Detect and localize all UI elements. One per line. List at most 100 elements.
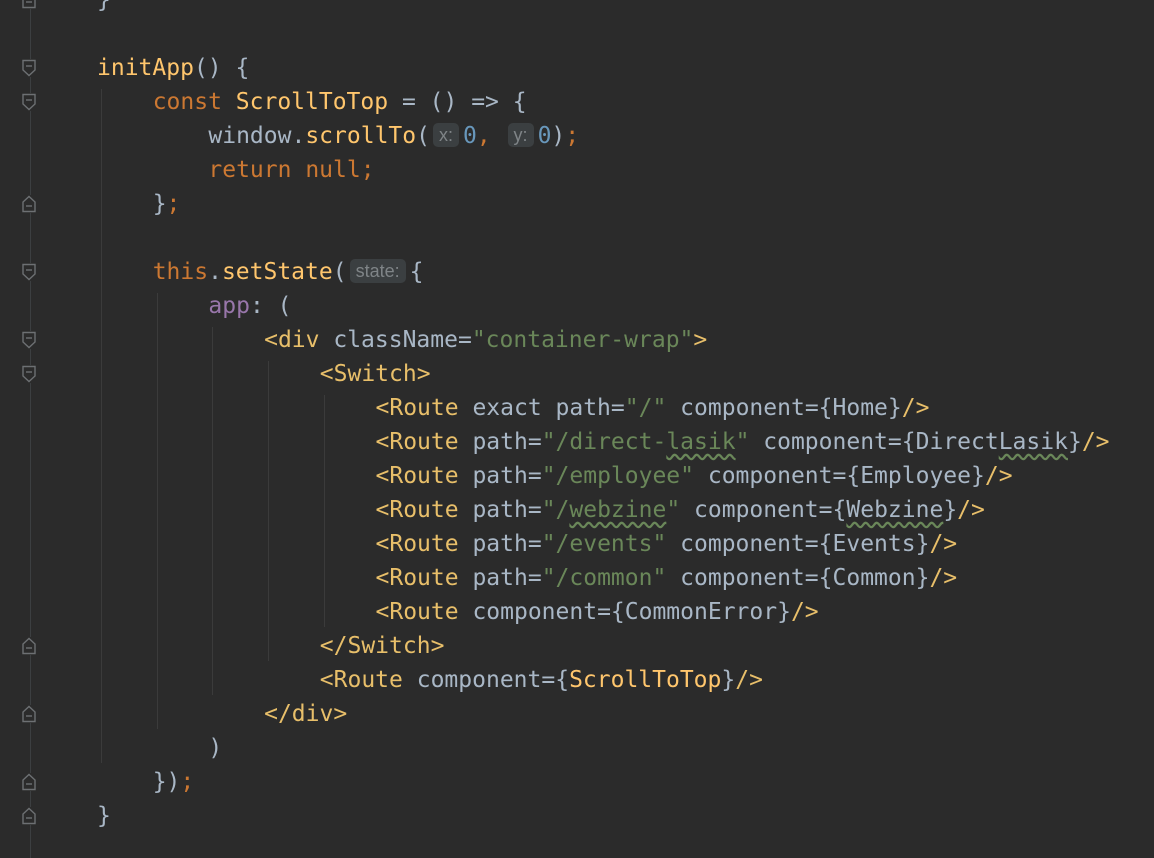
code-token: Employee (860, 463, 971, 489)
code-token: <Route (375, 531, 473, 557)
code-line[interactable]: <Route component={CommonError}/> (376, 595, 819, 629)
parameter-hint: state: (349, 259, 406, 283)
code-token: component (666, 531, 805, 557)
code-token: } (97, 0, 111, 13)
code-line[interactable]: <Switch> (320, 357, 431, 391)
indent-guide (323, 395, 325, 627)
code-line[interactable]: ) (208, 731, 222, 765)
code-line[interactable]: } (97, 0, 111, 17)
code-token: = (527, 497, 542, 523)
code-token: path (472, 497, 528, 523)
code-line[interactable]: }); (153, 765, 195, 799)
code-line[interactable]: }; (153, 187, 181, 221)
code-token: component (694, 463, 833, 489)
code-token: initApp (97, 55, 194, 81)
code-token: } (152, 191, 167, 217)
code-token: <Route (375, 395, 473, 421)
code-line[interactable]: <Route exact path="/" component={Home}/> (376, 391, 930, 425)
code-token: CommonError (624, 599, 778, 625)
code-token: = (527, 565, 542, 591)
code-token: " (666, 497, 681, 523)
code-token: <div (264, 327, 334, 353)
code-token: webzine (569, 497, 667, 523)
code-editor[interactable]: } initApp() {const ScrollToTop = () => {w… (0, 0, 1154, 858)
code-token: </Switch> (319, 633, 445, 659)
code-token: = (610, 395, 625, 421)
code-token: Webzine (846, 497, 944, 523)
code-token: component (416, 667, 542, 693)
code-token: <Route (319, 667, 417, 693)
code-token: path (472, 429, 528, 455)
code-area[interactable]: } initApp() {const ScrollToTop = () => {w… (0, 0, 1154, 858)
code-token: ScrollToTop (569, 667, 722, 693)
code-token: } (721, 667, 736, 693)
code-token: "/direct- (541, 429, 667, 455)
code-line[interactable]: initApp() { (97, 51, 249, 85)
code-token: scrollTo (305, 123, 417, 149)
code-token: = (527, 463, 542, 489)
code-line[interactable]: <Route path="/employee" component={Emplo… (376, 459, 1013, 493)
code-token: /> (790, 599, 819, 625)
code-token: <Route (375, 463, 473, 489)
code-token: Home (832, 395, 888, 421)
code-line[interactable]: app: ( (208, 289, 291, 323)
code-line[interactable]: <Route path="/events" component={Events}… (376, 527, 958, 561)
code-line[interactable]: </Switch> (320, 629, 445, 663)
indent-guide (156, 293, 158, 729)
code-line[interactable]: const ScrollToTop = () => { (153, 85, 527, 119)
code-token: " (735, 429, 750, 455)
code-token: component (666, 565, 805, 591)
code-line[interactable]: return null; (208, 153, 374, 187)
code-token: </div> (264, 701, 348, 727)
code-token: "container-wrap" (471, 327, 694, 353)
code-token: Common (832, 565, 916, 591)
code-line[interactable]: <Route path="/common" component={Common}… (376, 561, 958, 595)
code-token: ; (166, 191, 181, 217)
code-token: = (527, 429, 542, 455)
code-line[interactable]: window.scrollTo(x: 0, y: 0); (208, 119, 579, 153)
code-token: exact path (472, 395, 611, 421)
code-token: { (409, 259, 424, 285)
code-token: ) (208, 735, 223, 761)
code-line[interactable]: </div> (264, 697, 347, 731)
code-token: , (476, 123, 505, 149)
code-token: ; (360, 157, 375, 183)
code-token: : ( (249, 293, 292, 319)
code-token: /> (1081, 429, 1110, 455)
code-line[interactable]: <Route component={ScrollToTop}/> (320, 663, 763, 697)
code-line[interactable]: <Route path="/webzine" component={Webzin… (376, 493, 985, 527)
code-token: ( (332, 259, 347, 285)
code-token: ={ (804, 531, 833, 557)
code-line[interactable]: } (97, 799, 111, 833)
code-token: } (943, 497, 958, 523)
code-token: <Route (375, 599, 473, 625)
code-token: ={ (818, 497, 847, 523)
code-token: > (693, 327, 708, 353)
code-token: <Switch> (319, 361, 431, 387)
code-token: "/events" (541, 531, 667, 557)
code-line[interactable]: this.setState(state:{ (153, 255, 424, 289)
code-token: } (97, 803, 111, 829)
code-token: 0 (537, 123, 552, 149)
code-token: ( (416, 123, 430, 149)
code-token: } (970, 463, 985, 489)
parameter-hint: x: (432, 123, 459, 147)
code-token: } (1067, 429, 1082, 455)
code-token: /> (929, 531, 958, 557)
code-token: ; (565, 123, 580, 149)
code-token: }) (152, 769, 181, 795)
code-line[interactable]: <Route path="/direct-lasik" component={D… (376, 425, 1110, 459)
code-token: component (749, 429, 888, 455)
code-token: "/" (624, 395, 667, 421)
code-token: lasik (666, 429, 736, 455)
code-token: setState (221, 259, 333, 285)
code-token: Lasik (998, 429, 1068, 455)
code-token: ={ (541, 667, 570, 693)
code-token: } (915, 565, 930, 591)
code-token: 0 (462, 123, 477, 149)
code-token: Direct (915, 429, 999, 455)
code-token: = (457, 327, 472, 353)
indent-guide (268, 361, 270, 661)
code-token: Events (832, 531, 916, 557)
code-line[interactable]: <div className="container-wrap"> (264, 323, 707, 357)
